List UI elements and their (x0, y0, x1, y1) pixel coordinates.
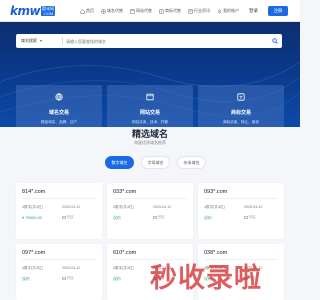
nav-item-account[interactable]: 我的账户 (217, 8, 239, 14)
domain-date: 2025-04-12 (62, 266, 81, 270)
divider (113, 198, 187, 199)
globe-icon (55, 93, 63, 101)
nav-item-sites[interactable]: 网站代售 (130, 8, 152, 14)
globe-icon (101, 8, 106, 14)
category-card-domains[interactable]: 域名交易 精品域名、品牌、过户 (16, 85, 102, 127)
divider (22, 259, 96, 260)
nav-label: 域名代售 (107, 8, 123, 13)
category-title: 域名交易 (48, 110, 69, 116)
domain-date: 2025-04-12 (244, 205, 263, 209)
domain-bid-label: 可议 (248, 215, 256, 219)
category-title: 网站交易 (139, 110, 160, 116)
domain-length: 4数字(共4位) (204, 205, 225, 209)
nav-label: 商标代售 (165, 8, 181, 13)
browser-icon (146, 93, 154, 101)
domain-name: 097*.com (22, 250, 46, 256)
domain-price: ¥ 78000.00 (22, 215, 43, 220)
domain-price: 议价 (22, 276, 30, 281)
search-type-label: 域名搜索 (21, 38, 37, 43)
tab-numeric-domains[interactable]: 数字域名 (105, 156, 134, 169)
domain-length: 4数字(共4位) (22, 205, 43, 209)
watermark-text: 秒收录啦 (150, 263, 262, 294)
category-subtitle: 精品域名、品牌、过户 (41, 120, 77, 124)
category-title: 商标交易 (230, 110, 251, 116)
domain-card[interactable]: 033*.com 4数字(共4位) 2025-04-12 议价 可议 (107, 183, 193, 239)
domain-bid-label: 可议 (66, 276, 74, 280)
news-icon (188, 8, 193, 14)
negotiable-icon (153, 215, 157, 220)
search-bar: 域名搜索 (16, 34, 282, 48)
domain-bid: 可议 (62, 215, 74, 220)
domain-price: 议价 (204, 215, 212, 220)
category-card-trademarks[interactable]: 商标交易 商标买卖、转让、维权 (198, 85, 284, 127)
negotiable-icon (62, 276, 66, 281)
negotiable-icon (244, 215, 248, 220)
domain-name: 033*.com (113, 189, 137, 195)
category-subtitle: 网站买卖、技术、托管 (132, 120, 168, 124)
domain-tabs: 数字域名 字母域名 杂米域名 (105, 156, 213, 169)
logo-badge: 酷米网 .COM (41, 6, 56, 16)
domain-name: 093*.com (204, 189, 228, 195)
domain-length: 4数字(共4位) (113, 205, 134, 209)
register-button[interactable]: 注册 (268, 6, 288, 16)
domain-bid: 可议 (153, 215, 165, 220)
domain-date: 2025-04-12 (62, 205, 81, 209)
domain-card[interactable]: 093*.com 4数字(共4位) 2025-04-12 议价 可议 (198, 183, 284, 239)
search-divider (62, 37, 63, 45)
search-type-select[interactable]: 域名搜索 (21, 38, 42, 44)
negotiable-icon (62, 215, 66, 220)
divider (204, 198, 278, 199)
domain-card[interactable]: 814*.com 4数字(共4位) 2025-04-12 ¥ 78000.00 … (16, 183, 102, 239)
section-subtitle: 海量优质域名推荐 (134, 140, 166, 145)
domain-bid: 可议 (62, 276, 74, 281)
category-card-sites[interactable]: 网站交易 网站买卖、技术、托管 (107, 85, 193, 127)
trademark-icon (237, 93, 245, 101)
home-icon (80, 8, 85, 14)
domain-bid-label: 可议 (157, 215, 165, 219)
site-logo[interactable]: kmw 酷米网 .COM (10, 4, 56, 18)
main-nav: 首页 域名代售 网站代售 商标代售 行业资讯 我的账户 (80, 0, 246, 22)
domain-date: 2025-04-12 (153, 205, 172, 209)
domain-name: 610*.com (113, 250, 137, 256)
domain-bid-label: 可议 (66, 215, 74, 219)
login-link[interactable]: 登录 (249, 8, 258, 14)
logo-badge-bottom: .COM (42, 11, 54, 16)
search-icon (272, 38, 278, 44)
category-subtitle: 商标买卖、转让、维权 (223, 120, 259, 124)
nav-label: 网站代售 (136, 8, 152, 13)
tab-mixed-domains[interactable]: 杂米域名 (177, 156, 206, 169)
nav-label: 我的账户 (223, 8, 239, 13)
top-header: kmw 酷米网 .COM 首页 域名代售 网站代售 商标代售 行业资讯 我的账户… (0, 0, 300, 22)
search-input[interactable] (66, 36, 276, 46)
domain-length: 4数字(共4位) (22, 266, 43, 270)
nav-label: 行业资讯 (194, 8, 210, 13)
hero-banner: 域名搜索 域名交易 精品域名、品牌、过户 网站交易 网站买卖、技术、托管 商标交… (0, 22, 300, 127)
domain-name: 814*.com (22, 189, 46, 195)
nav-item-home[interactable]: 首页 (80, 8, 94, 14)
domain-price: 议价 (113, 215, 121, 220)
nav-item-news[interactable]: 行业资讯 (188, 8, 210, 14)
search-button[interactable] (270, 36, 280, 46)
divider (22, 198, 96, 199)
user-icon (217, 9, 222, 14)
domain-card[interactable]: 097*.com 4数字(共4位) 2025-04-12 议价 可议 (16, 244, 102, 300)
nav-item-trademarks[interactable]: 商标代售 (159, 8, 181, 14)
trademark-icon (159, 8, 164, 14)
domain-bid: 可议 (244, 215, 256, 220)
chevron-down-icon (40, 40, 42, 42)
tab-letter-domains[interactable]: 字母域名 (141, 156, 170, 169)
domain-price: 议价 (113, 276, 121, 281)
domain-length: 4数字(共4位) (113, 266, 134, 270)
browser-icon (130, 9, 135, 13)
section-title: 精选域名 (131, 129, 168, 139)
nav-label: 首页 (86, 8, 94, 13)
logo-text: kmw (10, 4, 41, 18)
nav-item-domains[interactable]: 域名代售 (101, 8, 123, 14)
